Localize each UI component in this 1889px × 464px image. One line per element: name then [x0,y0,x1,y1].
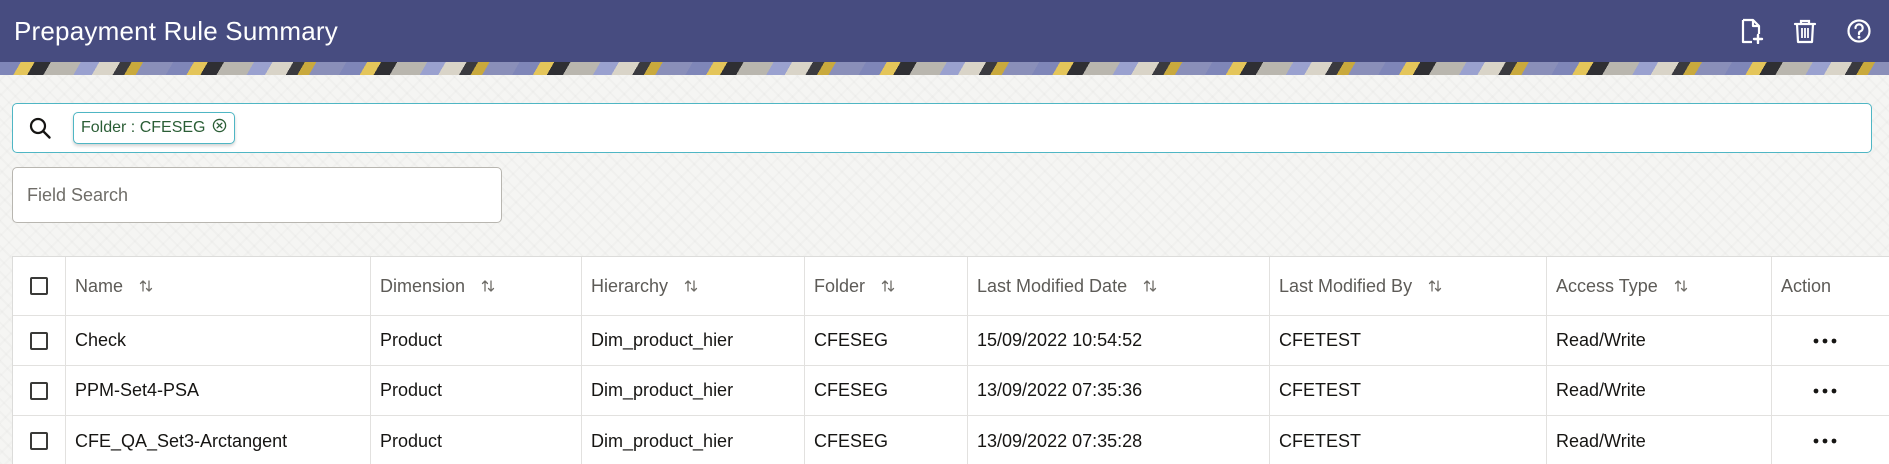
column-header-access-type[interactable]: Access Type [1547,257,1772,315]
column-header-action: Action [1772,257,1889,315]
sort-icon[interactable] [1428,278,1442,294]
cell-last-modified-date: 13/09/2022 07:35:36 [968,366,1270,415]
column-header-dimension[interactable]: Dimension [371,257,582,315]
cell-action [1772,316,1889,365]
column-label: Dimension [380,275,466,296]
add-document-icon[interactable] [1735,15,1767,47]
cell-last-modified-by: CFETEST [1270,416,1547,464]
sort-icon[interactable] [139,278,153,294]
header-actions [1735,0,1875,62]
column-label: Action [1781,275,1832,296]
row-checkbox-cell [13,366,66,415]
help-icon[interactable] [1843,15,1875,47]
cell-dimension: Product [371,366,582,415]
filter-chip-folder[interactable]: Folder : CFESEG [73,112,236,144]
sort-icon[interactable] [481,278,495,294]
sort-icon[interactable] [1674,278,1688,294]
row-checkbox[interactable] [30,381,48,400]
column-header-name[interactable]: Name [66,257,371,315]
cell-access-type: Read/Write [1547,416,1772,464]
field-search-input[interactable] [12,167,502,223]
column-label: Last Modified By [1279,275,1413,296]
cell-hierarchy: Dim_product_hier [582,416,805,464]
row-checkbox-cell [13,416,66,464]
sort-icon[interactable] [1143,278,1157,294]
cell-hierarchy: Dim_product_hier [582,316,805,365]
more-actions-icon[interactable] [1805,379,1845,403]
cell-access-type: Read/Write [1547,366,1772,415]
column-header-folder[interactable]: Folder [805,257,968,315]
column-label: Access Type [1556,275,1658,296]
page-title: Prepayment Rule Summary [14,15,338,46]
cell-hierarchy: Dim_product_hier [582,366,805,415]
column-header-last-modified-date[interactable]: Last Modified Date [968,257,1270,315]
cell-last-modified-by: CFETEST [1270,366,1547,415]
app-header: Prepayment Rule Summary [0,0,1889,62]
cell-name[interactable]: Check [66,316,371,365]
cell-name[interactable]: CFE_QA_Set3-Arctangent [66,416,371,464]
sort-icon[interactable] [684,278,698,294]
column-header-hierarchy[interactable]: Hierarchy [582,257,805,315]
column-label: Name [75,275,124,296]
cell-dimension: Product [371,416,582,464]
remove-filter-icon[interactable] [211,117,227,133]
cell-action [1772,416,1889,464]
cell-last-modified-date: 13/09/2022 07:35:28 [968,416,1270,464]
header-checkbox-cell [13,257,66,315]
filter-chip-label: Folder : CFESEG [81,119,206,136]
row-checkbox[interactable] [30,331,48,350]
row-checkbox[interactable] [30,432,48,450]
column-header-last-modified-by[interactable]: Last Modified By [1270,257,1547,315]
more-actions-icon[interactable] [1805,329,1845,353]
table-row[interactable]: Check Product Dim_product_hier CFESEG 15… [13,316,1889,366]
cell-folder: CFESEG [805,316,968,365]
more-actions-icon[interactable] [1805,429,1845,453]
column-label: Hierarchy [591,275,669,296]
cell-folder: CFESEG [805,416,968,464]
cell-last-modified-by: CFETEST [1270,316,1547,365]
table-header-row: Name Dimension Hierarchy Folder Last Mod… [13,257,1889,316]
cell-folder: CFESEG [805,366,968,415]
rules-table: Name Dimension Hierarchy Folder Last Mod… [12,256,1889,464]
cell-last-modified-date: 15/09/2022 10:54:52 [968,316,1270,365]
sort-icon[interactable] [881,278,895,294]
cell-name[interactable]: PPM-Set4-PSA [66,366,371,415]
cell-dimension: Product [371,316,582,365]
filter-search-bar[interactable]: Folder : CFESEG [12,103,1872,153]
row-checkbox-cell [13,316,66,365]
table-row[interactable]: PPM-Set4-PSA Product Dim_product_hier CF… [13,366,1889,416]
search-icon[interactable] [27,115,53,141]
decorative-banner [0,62,1889,75]
table-row[interactable]: CFE_QA_Set3-Arctangent Product Dim_produ… [13,416,1889,464]
select-all-checkbox[interactable] [30,277,48,295]
cell-action [1772,366,1889,415]
delete-icon[interactable] [1789,15,1821,47]
cell-access-type: Read/Write [1547,316,1772,365]
column-label: Last Modified Date [977,275,1128,296]
column-label: Folder [814,275,866,296]
